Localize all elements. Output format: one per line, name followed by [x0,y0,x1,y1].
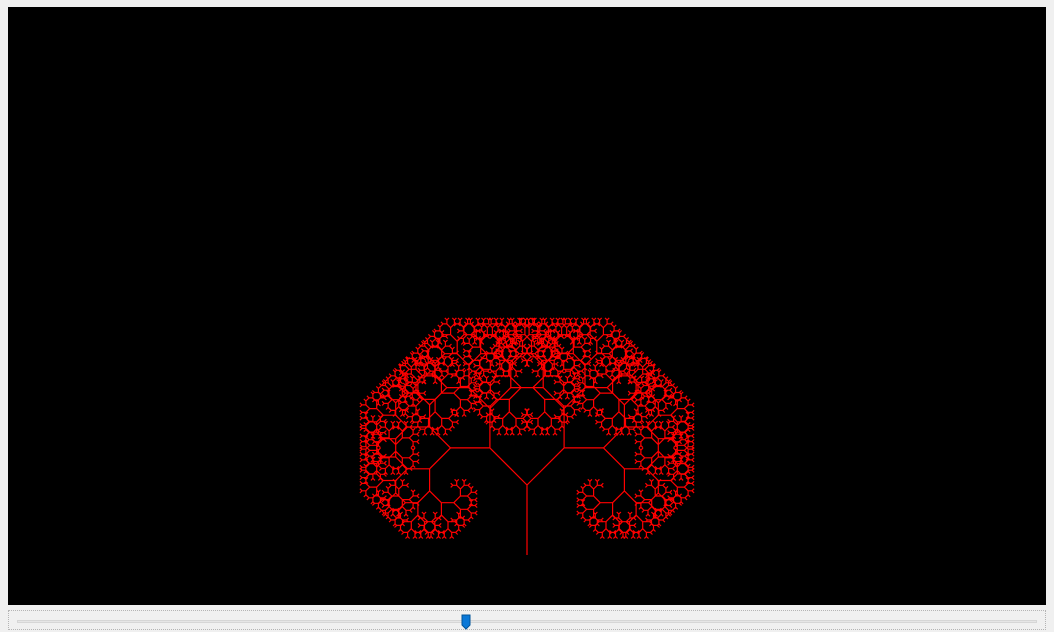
slider-thumb[interactable] [461,614,471,630]
slider-track[interactable] [17,620,1037,623]
depth-slider[interactable] [8,610,1046,630]
fractal-canvas [8,7,1046,605]
fractal-tree [359,317,695,555]
app-window [0,0,1054,632]
tree-branches [359,317,695,555]
branch-path [359,317,695,555]
